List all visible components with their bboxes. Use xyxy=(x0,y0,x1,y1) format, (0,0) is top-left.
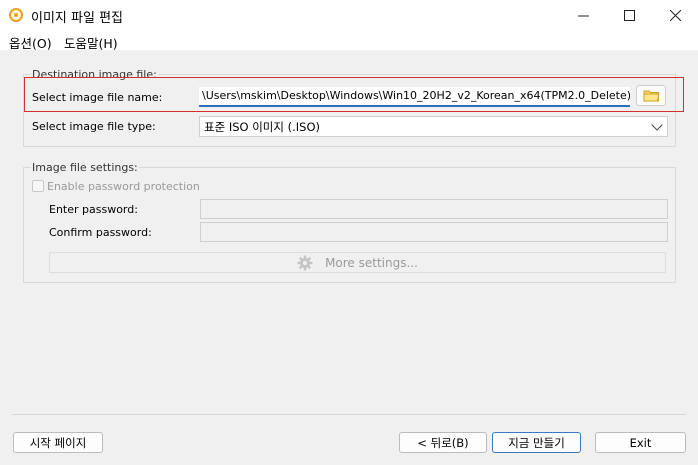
password-protection-label: Enable password protection xyxy=(47,180,200,193)
file-type-label: Select image file type: xyxy=(32,120,156,133)
maximize-icon xyxy=(623,9,635,21)
title-bar: 이미지 파일 편집 xyxy=(0,0,698,30)
back-button[interactable]: < 뒤로(B) xyxy=(399,432,487,453)
app-disc-icon xyxy=(9,8,23,22)
file-name-label: Select image file name: xyxy=(32,91,163,104)
enter-password-field[interactable] xyxy=(200,199,668,219)
password-protection-checkbox[interactable] xyxy=(32,180,44,192)
chevron-down-icon xyxy=(651,119,663,131)
more-settings-button[interactable]: More settings... xyxy=(49,252,666,273)
more-settings-label: More settings... xyxy=(325,255,418,270)
start-page-button[interactable]: 시작 페이지 xyxy=(13,432,103,453)
minimize-icon xyxy=(577,15,589,16)
file-name-input[interactable]: \Users\mskim\Desktop\Windows\Win10_20H2_… xyxy=(199,87,630,107)
confirm-password-field[interactable] xyxy=(200,222,668,242)
gear-icon xyxy=(297,255,313,270)
maximize-button[interactable] xyxy=(606,0,652,30)
file-type-select[interactable]: 표준 ISO 이미지 (.ISO) xyxy=(199,116,668,137)
minimize-button[interactable] xyxy=(560,0,606,30)
menu-bar: 옵션(O) 도움말(H) xyxy=(0,30,698,52)
window-title: 이미지 파일 편집 xyxy=(31,11,123,26)
file-type-value: 표준 ISO 이미지 (.ISO) xyxy=(204,120,320,134)
close-icon xyxy=(669,9,681,21)
browse-button[interactable] xyxy=(636,85,666,106)
create-now-button[interactable]: 지금 만들기 xyxy=(492,432,581,453)
settings-group-label: Image file settings: xyxy=(31,161,139,174)
menu-help[interactable]: 도움말(H) xyxy=(64,33,118,52)
confirm-password-label: Confirm password: xyxy=(49,226,152,239)
footer-divider xyxy=(12,414,686,415)
close-button[interactable] xyxy=(652,0,698,30)
folder-icon xyxy=(643,90,660,102)
menu-options[interactable]: 옵션(O) xyxy=(9,33,52,52)
exit-button[interactable]: Exit xyxy=(595,432,686,453)
enter-password-label: Enter password: xyxy=(49,203,138,216)
